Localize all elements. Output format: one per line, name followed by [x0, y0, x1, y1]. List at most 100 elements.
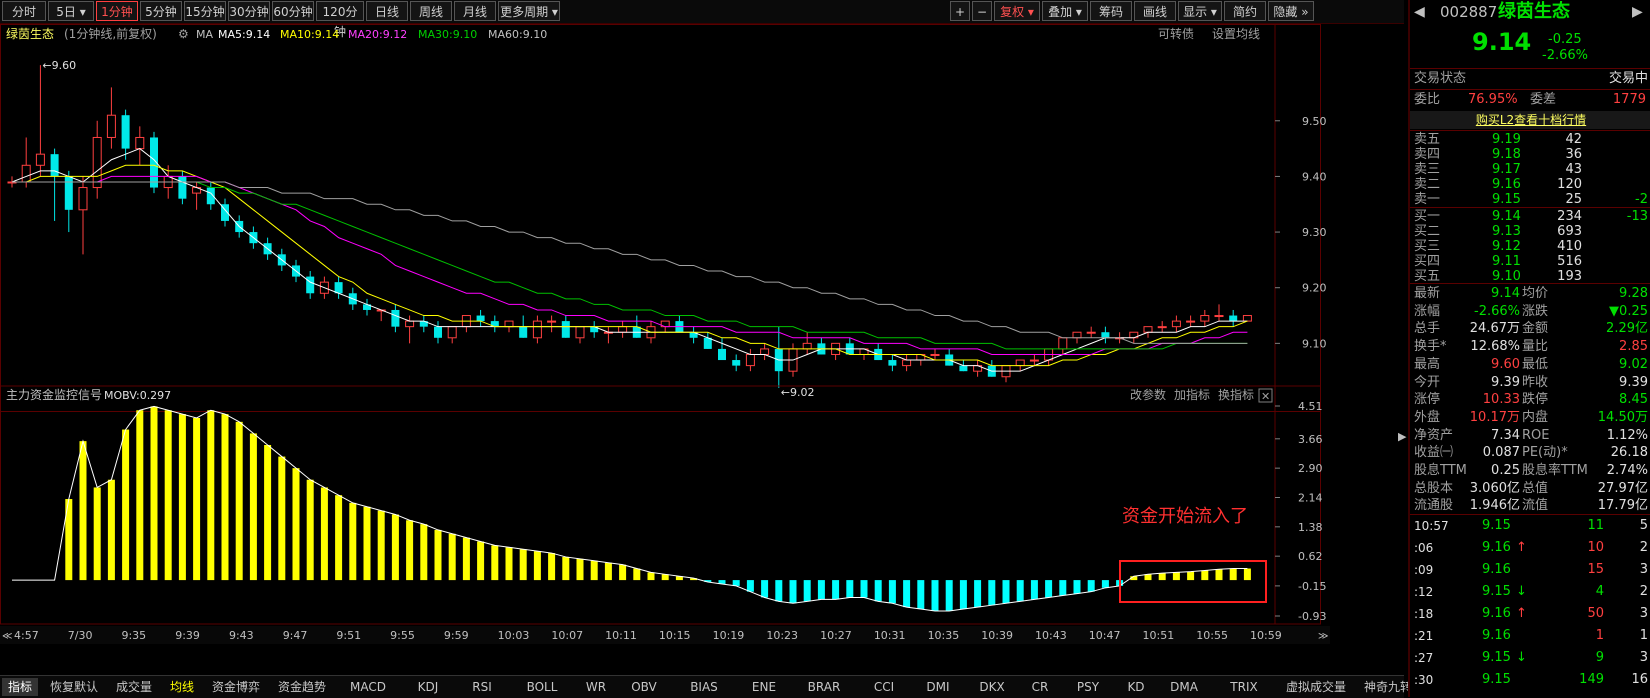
indicator-bar — [178, 414, 186, 581]
chips-button[interactable]: 筹码 — [1090, 1, 1132, 21]
period-15min-button[interactable]: 15分钟 — [184, 1, 226, 21]
period-week-button[interactable]: 周线 — [410, 1, 452, 21]
more-periods-button[interactable]: 更多周期 ▾ — [498, 1, 560, 21]
candle-body — [78, 187, 88, 211]
indicator-tab[interactable]: DKX — [968, 678, 1016, 696]
indicator-tab[interactable]: BRAR — [794, 678, 854, 696]
stat-value: 2.85 — [1619, 339, 1648, 355]
time-axis-label: 9:43 — [229, 629, 254, 642]
order-volume: 42 — [1565, 132, 1582, 147]
scroll-left-icon[interactable]: ≪ — [2, 631, 12, 642]
period-30min-button[interactable]: 30分钟 — [228, 1, 270, 21]
candle-body — [21, 164, 31, 183]
indicator-tab[interactable]: CR — [1022, 678, 1058, 696]
settings-gear-icon[interactable]: ⚙ — [178, 27, 189, 41]
period-toolbar: 分时 5日 ▾ 1分钟 5分钟 15分钟 30分钟 60分钟 120分钟 日线 … — [0, 0, 1404, 39]
indicator-tab[interactable]: 指标 — [2, 678, 38, 696]
indicator-tab[interactable]: MACD — [338, 678, 398, 696]
indicator-tab[interactable]: 虚拟成交量 — [1280, 678, 1352, 696]
indicator-axis-label: 2.90 — [1298, 462, 1323, 475]
overlay-button[interactable]: 叠加 ▾ — [1042, 1, 1088, 21]
indicator-bar — [249, 433, 257, 581]
order-price: 9.16 — [1492, 177, 1521, 192]
indicator-tab[interactable]: DMI — [914, 678, 962, 696]
period-day-button[interactable]: 日线 — [366, 1, 408, 21]
stat-label: 总值 — [1522, 480, 1549, 496]
period-1min-button[interactable]: 1分钟 — [96, 1, 138, 21]
indicator-tab[interactable]: KD — [1118, 678, 1154, 696]
period-fenshi-button[interactable]: 分时 — [2, 1, 46, 21]
indicator-tab[interactable]: WR — [578, 678, 614, 696]
indicator-tab[interactable]: KDJ — [404, 678, 452, 696]
indicator-bar — [1243, 568, 1251, 581]
candle-body — [888, 360, 897, 366]
stat-value: 2.29亿 — [1606, 321, 1648, 337]
collapse-panel-icon[interactable]: ▶ — [1398, 430, 1406, 470]
tick-price: 9.16 — [1482, 562, 1511, 577]
scroll-right-icon[interactable]: ≫ — [1318, 631, 1328, 642]
zoom-out-button[interactable]: − — [972, 1, 992, 21]
change-params-link[interactable]: 改参数 — [1130, 387, 1166, 402]
ma-line-ma30 — [12, 181, 1248, 350]
indicator-tab[interactable]: 资金趋势 — [272, 678, 332, 696]
indicator-bar — [874, 580, 882, 602]
candle-body — [306, 276, 315, 294]
convertible-bond-link[interactable]: 可转债 — [1158, 26, 1194, 41]
display-button[interactable]: 显示 ▾ — [1178, 1, 1222, 21]
more-periods-label: 更多周期 — [500, 5, 549, 19]
indicator-tab[interactable]: RSI — [458, 678, 506, 696]
l2-purchase-link[interactable]: 购买L2查看十档行情 — [1476, 113, 1586, 127]
period-month-button[interactable]: 月线 — [454, 1, 496, 21]
candle-body — [732, 360, 741, 366]
stat-label: 净资产 — [1414, 427, 1454, 443]
period-5day-button[interactable]: 5日 ▾ — [48, 1, 94, 21]
indicator-tab[interactable]: 恢复默认 — [44, 678, 104, 696]
order-volume: 410 — [1557, 239, 1582, 254]
period-60min-button[interactable]: 60分钟 — [272, 1, 314, 21]
stat-label: 今开 — [1414, 374, 1441, 390]
time-axis-label: 10:47 — [1089, 629, 1121, 642]
period-120min-button[interactable]: 120分钟 — [316, 1, 364, 39]
forward-arrow-icon[interactable]: ▶ — [1632, 3, 1643, 21]
candle-body — [121, 115, 130, 149]
simple-button[interactable]: 简约 — [1224, 1, 1266, 21]
arrow-up-icon: ↑ — [1516, 540, 1527, 555]
stats-row: 涨幅 -2.66% 涨跌 ▼0.25 — [1410, 303, 1650, 321]
indicator-bar — [278, 456, 286, 581]
indicator-tab[interactable]: DMA — [1160, 678, 1208, 696]
tick-row: :06 9.16 ↑ 10 2 — [1410, 539, 1650, 557]
stat-label: 跌停 — [1522, 392, 1549, 408]
stats-row: 今开 9.39 昨收 9.39 — [1410, 374, 1650, 392]
indicator-tab[interactable]: TRIX — [1214, 678, 1274, 696]
candle-body — [1058, 337, 1068, 350]
time-axis-label: 10:23 — [766, 629, 798, 642]
hide-button[interactable]: 隐藏 » — [1268, 1, 1314, 21]
chart-area[interactable]: 绿茵生态 (1分钟线,前复权) ⚙ MA MA5:9.14 MA10:9.14 … — [0, 24, 1404, 674]
draw-line-button[interactable]: 画线 — [1134, 1, 1176, 21]
period-5min-button[interactable]: 5分钟 — [140, 1, 182, 21]
indicator-tab[interactable]: BOLL — [512, 678, 572, 696]
add-indicator-link[interactable]: 加指标 — [1174, 387, 1210, 402]
indicator-axis-label: 0.62 — [1298, 550, 1323, 563]
indicator-tab[interactable]: 成交量 — [110, 678, 158, 696]
indicator-tab[interactable]: CCI — [860, 678, 908, 696]
indicator-bar — [661, 574, 669, 581]
indicator-tab[interactable]: ENE — [740, 678, 788, 696]
switch-indicator-link[interactable]: 换指标 — [1218, 387, 1254, 402]
zoom-in-button[interactable]: + — [950, 1, 970, 21]
candle-body — [476, 315, 485, 322]
indicator-bar — [306, 479, 314, 581]
order-level-label: 卖一 — [1414, 192, 1441, 207]
indicator-tab[interactable]: OBV — [620, 678, 668, 696]
fuquan-button[interactable]: 复权 ▾ — [994, 1, 1040, 21]
stat-label: 金额 — [1522, 321, 1549, 337]
indicator-tab[interactable]: BIAS — [674, 678, 734, 696]
indicator-tab[interactable]: 均线 — [164, 678, 200, 696]
time-axis-label: 10:59 — [1250, 629, 1282, 642]
indicator-bar — [1073, 580, 1081, 594]
indicator-tab[interactable]: PSY — [1064, 678, 1112, 696]
back-arrow-icon[interactable]: ◀ — [1414, 3, 1425, 21]
ma-settings-link[interactable]: 设置均线 — [1212, 27, 1260, 41]
stat-value: 7.34 — [1491, 427, 1520, 443]
indicator-tab[interactable]: 资金博弈 — [206, 678, 266, 696]
